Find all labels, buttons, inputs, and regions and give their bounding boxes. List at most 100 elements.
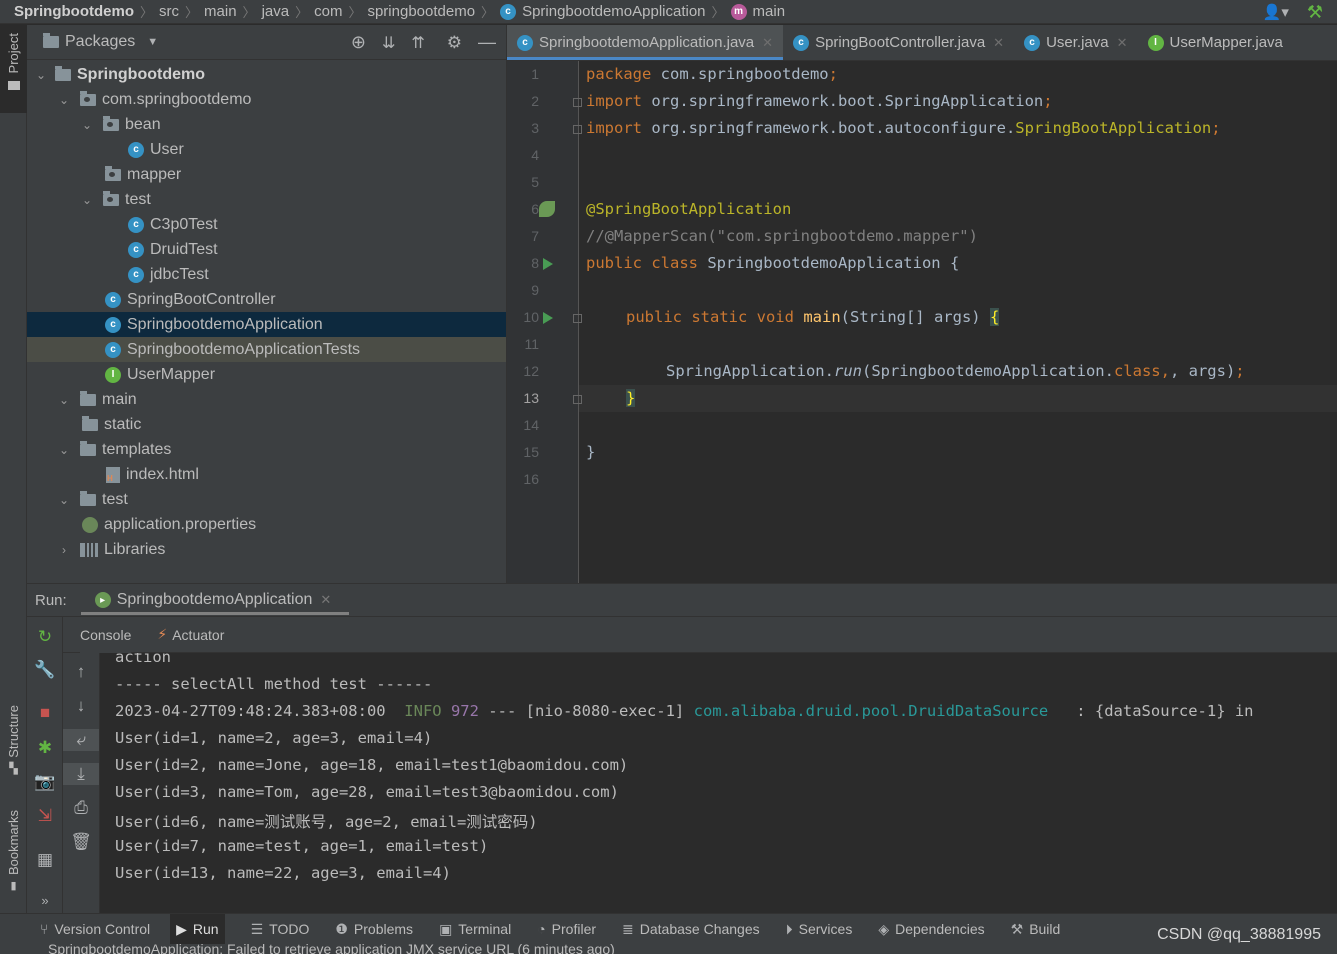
- tree-item-libraries[interactable]: › Libraries: [27, 537, 506, 562]
- tool-profiler[interactable]: ◔ Profiler: [537, 914, 596, 945]
- layout-icon[interactable]: ▦: [27, 849, 63, 871]
- tool-problems[interactable]: ❶ Problems: [335, 914, 413, 945]
- console-output[interactable]: action ----- selectAll method test -----…: [100, 653, 1337, 913]
- tool-build[interactable]: ⚒ Build: [1011, 914, 1061, 945]
- chevron-down-icon[interactable]: ⌄: [81, 118, 93, 132]
- tree-item-test-folder[interactable]: ⌄ test: [27, 487, 506, 512]
- tool-version-control[interactable]: ⑂ Version Control: [40, 914, 150, 945]
- close-icon[interactable]: ✕: [320, 592, 331, 608]
- run-gutter-icon[interactable]: [543, 258, 553, 270]
- breadcrumb-item-main[interactable]: main: [204, 3, 237, 20]
- tree-item-druidtest[interactable]: c DruidTest: [27, 237, 506, 262]
- line-number: 12: [523, 363, 539, 379]
- hide-icon[interactable]: —: [478, 32, 496, 53]
- chevron-right-icon[interactable]: ›: [58, 543, 70, 557]
- tree-item-application-properties[interactable]: application.properties: [27, 512, 506, 537]
- chevron-down-icon[interactable]: ⌄: [81, 193, 93, 207]
- tree-item-mapper[interactable]: mapper: [27, 162, 506, 187]
- tree-item-bean[interactable]: ⌄ bean: [27, 112, 506, 137]
- tree-item-index-html[interactable]: index.html: [27, 462, 506, 487]
- fold-marker-icon[interactable]: [573, 314, 582, 323]
- editor-tab-usermapper[interactable]: I UserMapper.java: [1138, 25, 1293, 60]
- editor-tab-springbootdemoapplication[interactable]: c SpringbootdemoApplication.java ✕: [507, 25, 784, 60]
- spring-bean-icon[interactable]: [539, 201, 555, 217]
- project-view-selector[interactable]: Packages: [65, 33, 135, 51]
- tree-item-jdbctest[interactable]: c jdbcTest: [27, 262, 506, 287]
- tool-window-project-tab[interactable]: Project: [0, 25, 27, 113]
- console-tabs: Console ⚡ Actuator: [63, 616, 1337, 653]
- tree-item-springbootdemo[interactable]: ⌄ Springbootdemo: [27, 62, 506, 87]
- code-line-8: public class SpringbootdemoApplication {: [586, 254, 960, 272]
- more-icon[interactable]: »: [27, 889, 63, 911]
- properties-file-icon: [82, 516, 98, 533]
- debug-icon[interactable]: ✱: [27, 737, 63, 759]
- wrench-icon[interactable]: 🔧: [27, 659, 63, 681]
- tree-item-templates[interactable]: ⌄ templates: [27, 437, 506, 462]
- hammer-icon[interactable]: ⚒: [1307, 2, 1323, 23]
- tree-item-springbootdemoapplicationtests[interactable]: c SpringbootdemoApplicationTests: [27, 337, 506, 362]
- stop-icon[interactable]: ■: [27, 702, 63, 724]
- editor-tab-user[interactable]: c User.java ✕: [1014, 25, 1137, 60]
- arrow-up-icon[interactable]: ↑: [63, 661, 99, 683]
- gear-icon[interactable]: ⚙: [447, 33, 462, 53]
- tree-item-usermapper[interactable]: I UserMapper: [27, 362, 506, 387]
- breadcrumb-item-com[interactable]: com: [314, 3, 342, 20]
- tree-item-test-package[interactable]: ⌄ test: [27, 187, 506, 212]
- tool-window-bookmarks-tab[interactable]: Bookmarks ▮: [0, 810, 27, 925]
- exit-icon[interactable]: ⇲: [27, 805, 63, 827]
- fold-marker-icon[interactable]: [573, 125, 582, 134]
- tree-item-main-folder[interactable]: ⌄ main: [27, 387, 506, 412]
- code-editor[interactable]: 1 2 3 4 5 6 7 8 9 10 11 12 13 14 15 16 p…: [507, 61, 1337, 583]
- tree-item-c3p0test[interactable]: c C3p0Test: [27, 212, 506, 237]
- camera-icon[interactable]: 📷: [27, 771, 63, 793]
- chevron-down-icon[interactable]: ⌄: [58, 443, 70, 457]
- run-tab-springbootdemoapplication[interactable]: ▸ SpringbootdemoApplication ✕: [80, 583, 349, 617]
- tab-actuator[interactable]: ⚡ Actuator: [157, 617, 224, 653]
- tree-item-springbootcontroller[interactable]: c SpringBootController: [27, 287, 506, 312]
- arrow-down-icon[interactable]: ↓: [63, 695, 99, 717]
- tool-dependencies[interactable]: ◈ Dependencies: [878, 914, 984, 945]
- scroll-to-end-icon[interactable]: ⤓: [63, 763, 99, 785]
- run-gutter-icon[interactable]: [543, 312, 553, 324]
- close-icon[interactable]: ✕: [762, 35, 773, 51]
- tool-terminal[interactable]: ▣ Terminal: [439, 914, 511, 945]
- locate-icon[interactable]: ⊕: [351, 32, 366, 53]
- print-icon[interactable]: ⎙: [63, 797, 99, 819]
- chevron-down-icon[interactable]: ⌄: [58, 393, 70, 407]
- tool-services[interactable]: ⏵ Services: [786, 914, 853, 945]
- breadcrumb-item-java[interactable]: java: [262, 3, 290, 20]
- expand-all-icon[interactable]: ⇊: [382, 33, 395, 53]
- soft-wrap-icon[interactable]: ⤶: [63, 729, 99, 751]
- status-message[interactable]: SpringbootdemoApplication: Failed to ret…: [48, 944, 615, 954]
- user-icon[interactable]: 👤▾: [1263, 3, 1289, 21]
- chevron-down-icon[interactable]: ⌄: [58, 493, 70, 507]
- tree-item-user[interactable]: c User: [27, 137, 506, 162]
- tool-run[interactable]: ▶ Run: [170, 913, 225, 945]
- tree-item-static[interactable]: static: [27, 412, 506, 437]
- trash-icon[interactable]: 🗑: [63, 831, 99, 853]
- breadcrumb-item-class[interactable]: SpringbootdemoApplication: [522, 3, 705, 20]
- tool-database-changes[interactable]: ≣ Database Changes: [622, 914, 760, 945]
- tool-todo[interactable]: ☰ TODO: [251, 914, 310, 945]
- tree-item-package[interactable]: ⌄ com.springbootdemo: [27, 87, 506, 112]
- chevron-down-icon[interactable]: ▼: [147, 36, 158, 48]
- chevron-down-icon[interactable]: ⌄: [58, 93, 70, 107]
- tool-window-structure-tab[interactable]: Structure ▚: [0, 705, 27, 815]
- collapse-all-icon[interactable]: ⇈: [411, 33, 424, 53]
- close-icon[interactable]: ✕: [993, 35, 1004, 51]
- fold-marker-icon[interactable]: [573, 395, 582, 404]
- tab-console[interactable]: Console: [80, 616, 132, 653]
- rerun-icon[interactable]: ↻: [27, 626, 63, 648]
- tree-item-springbootdemoapplication[interactable]: c SpringbootdemoApplication: [27, 312, 506, 337]
- breadcrumb-item-src[interactable]: src: [159, 3, 179, 20]
- editor-tab-springbootcontroller[interactable]: c SpringBootController.java ✕: [783, 25, 1014, 60]
- breadcrumb-item-project[interactable]: Springbootdemo: [14, 3, 134, 20]
- chevron-down-icon[interactable]: ⌄: [35, 68, 47, 82]
- line-number: 7: [531, 228, 539, 244]
- breadcrumb-item-method[interactable]: main: [753, 3, 786, 20]
- close-icon[interactable]: ✕: [1117, 35, 1128, 51]
- breadcrumb-item-springbootdemo[interactable]: springbootdemo: [367, 3, 475, 20]
- fold-marker-icon[interactable]: [573, 98, 582, 107]
- tree-item-label: application.properties: [104, 515, 257, 533]
- folder-icon: [80, 440, 96, 456]
